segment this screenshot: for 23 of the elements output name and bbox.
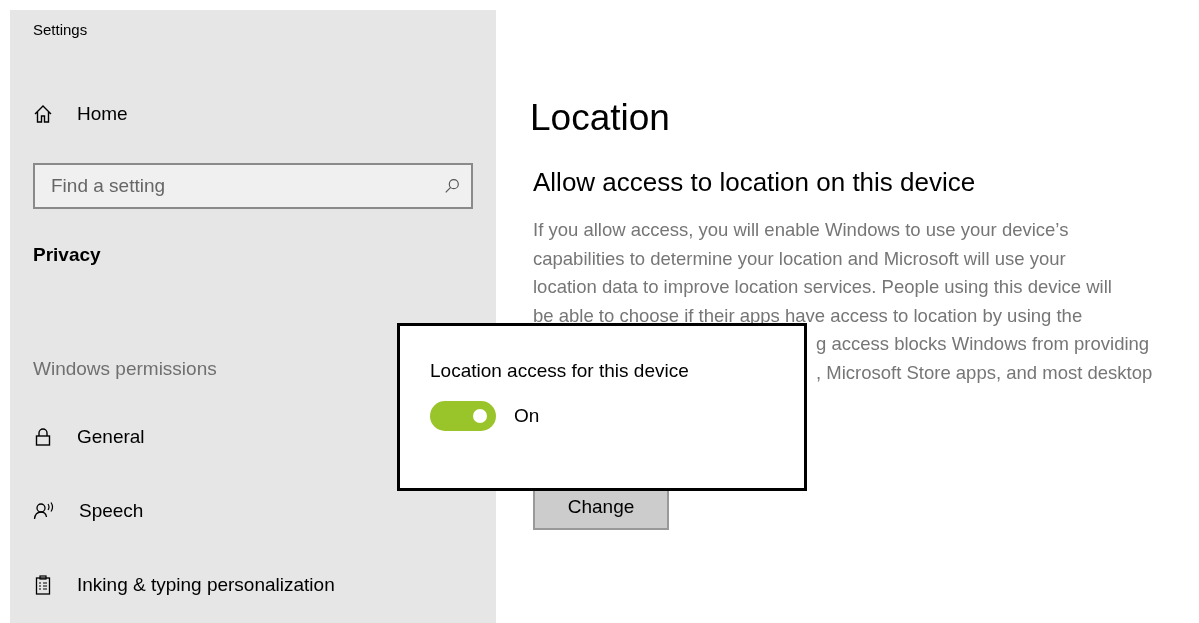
- description-text: , Microsoft Store apps, and most desktop: [816, 360, 1153, 385]
- sidebar-item[interactable]: General: [33, 422, 145, 452]
- description-text: g access blocks Windows from providing: [816, 332, 1150, 357]
- group-heading: Windows permissions: [33, 358, 217, 380]
- sidebar-item[interactable]: Inking & typing personalization: [33, 570, 335, 600]
- section-heading: Allow access to location on this device: [533, 166, 977, 198]
- speech-icon: [33, 501, 55, 521]
- search-icon: [443, 177, 461, 195]
- clipboard-icon: [33, 575, 53, 595]
- sidebar-item[interactable]: Speech: [33, 496, 144, 526]
- toggle-label: On: [514, 405, 540, 427]
- search-field[interactable]: Find a setting: [33, 163, 473, 209]
- description-text: If you allow access, you will enable Windows to use your device’s: [533, 218, 1070, 242]
- toggle-switch[interactable]: [430, 401, 496, 431]
- lock-icon: [33, 427, 53, 447]
- home-icon: [33, 104, 53, 124]
- section-heading: Privacy: [33, 244, 102, 266]
- window-title: Settings: [33, 21, 89, 38]
- page-title: Location: [530, 96, 671, 140]
- home-link[interactable]: Home: [33, 99, 128, 129]
- popup-title: Location access for this device: [430, 360, 690, 382]
- description-text: capabilities to determine your location and Microsoft will use your: [533, 246, 1067, 271]
- description-text: location data to improve location services. People using this device will: [533, 275, 1113, 300]
